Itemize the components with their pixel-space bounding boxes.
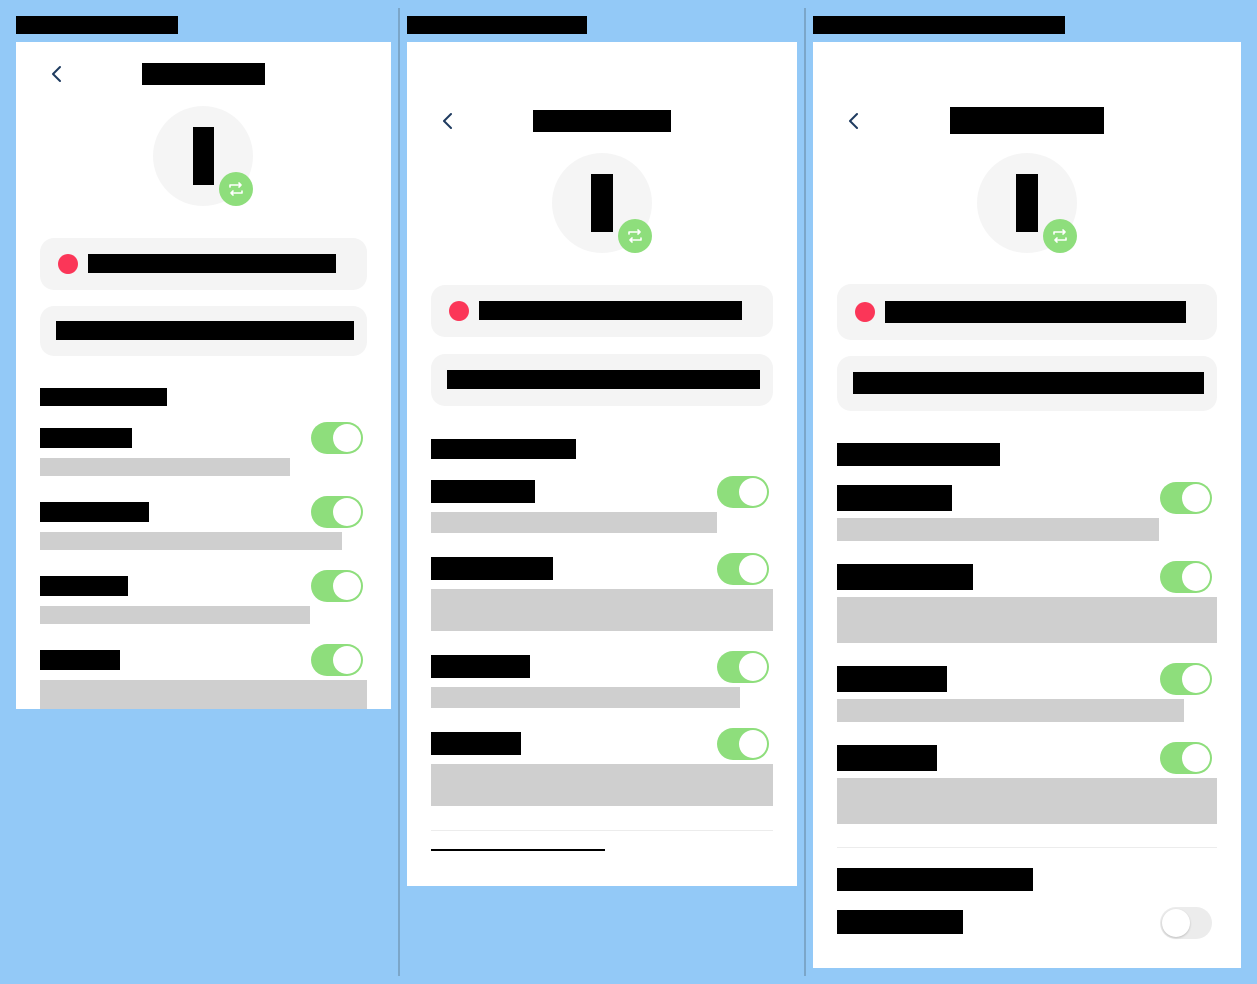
setting-description: [431, 589, 773, 631]
setting-label: [431, 732, 521, 755]
status-dot: [449, 301, 469, 321]
back-button[interactable]: [50, 65, 64, 83]
setting-toggle[interactable]: [311, 496, 363, 528]
status-text: [88, 254, 336, 273]
setting-label: [40, 502, 149, 522]
section-title: [431, 439, 576, 459]
frame-divider: [804, 8, 806, 976]
toggle-knob: [739, 730, 767, 758]
frame-label: [16, 16, 178, 34]
setting-label: [837, 745, 937, 771]
setting-toggle[interactable]: [311, 570, 363, 602]
setting-toggle[interactable]: [717, 728, 769, 760]
toggle-knob: [739, 653, 767, 681]
page-title: [950, 107, 1104, 134]
divider: [837, 847, 1217, 848]
setting-toggle[interactable]: [1160, 907, 1212, 939]
section-title: [40, 388, 167, 406]
status-text: [885, 301, 1186, 323]
input-value: [56, 321, 354, 340]
avatar-initial: [1016, 174, 1038, 232]
status-card: [431, 285, 773, 337]
setting-toggle[interactable]: [1160, 742, 1212, 774]
section-title: [837, 443, 1000, 466]
setting-toggle[interactable]: [311, 422, 363, 454]
setting-toggle[interactable]: [311, 644, 363, 676]
text-input-field[interactable]: [40, 306, 367, 356]
toggle-knob: [739, 555, 767, 583]
setting-toggle[interactable]: [1160, 663, 1212, 695]
setting-toggle[interactable]: [717, 553, 769, 585]
frame-divider: [398, 8, 400, 976]
text-input-field[interactable]: [837, 356, 1217, 411]
toggle-knob: [333, 646, 361, 674]
input-value: [447, 370, 760, 389]
phone-screen: [813, 42, 1241, 968]
swap-avatar-button[interactable]: [618, 219, 652, 253]
setting-description: [837, 597, 1217, 643]
setting-toggle[interactable]: [1160, 482, 1212, 514]
status-dot: [58, 254, 78, 274]
toggle-knob: [1182, 484, 1210, 512]
phone-screen: [16, 42, 391, 709]
swap-arrows-icon: [229, 182, 243, 196]
toggle-knob: [333, 572, 361, 600]
setting-label: [40, 576, 128, 596]
page-title: [142, 63, 265, 85]
setting-label: [40, 650, 120, 670]
setting-toggle[interactable]: [717, 651, 769, 683]
section-title: [837, 868, 1033, 891]
back-button[interactable]: [441, 112, 455, 130]
status-dot: [855, 302, 875, 322]
swap-arrows-icon: [628, 229, 642, 243]
toggle-knob: [1182, 744, 1210, 772]
setting-description: [40, 458, 290, 476]
setting-description: [40, 680, 367, 709]
input-value: [853, 372, 1204, 394]
toggle-knob: [739, 478, 767, 506]
frame-label: [813, 16, 1065, 34]
text-input-field[interactable]: [431, 354, 773, 406]
page-title: [533, 110, 671, 132]
back-button[interactable]: [847, 112, 861, 130]
avatar-initial: [193, 127, 214, 185]
setting-description: [837, 518, 1159, 541]
setting-label: [431, 480, 535, 503]
status-text: [479, 301, 742, 320]
swap-arrows-icon: [1053, 229, 1067, 243]
setting-description: [40, 532, 342, 550]
setting-description: [431, 512, 717, 533]
frame-label: [407, 16, 587, 34]
chevron-left-icon: [52, 66, 61, 82]
setting-label: [431, 655, 530, 678]
setting-label: [837, 564, 973, 590]
setting-description: [431, 764, 773, 806]
setting-label: [837, 666, 947, 692]
toggle-knob: [1182, 563, 1210, 591]
setting-description: [837, 699, 1184, 722]
swap-avatar-button[interactable]: [1043, 219, 1077, 253]
swap-avatar-button[interactable]: [219, 172, 253, 206]
setting-toggle[interactable]: [1160, 561, 1212, 593]
setting-label: [40, 428, 132, 448]
toggle-knob: [1162, 909, 1190, 937]
setting-description: [40, 606, 310, 624]
setting-label: [837, 485, 952, 511]
setting-description: [431, 687, 740, 708]
setting-toggle[interactable]: [717, 476, 769, 508]
footer-link[interactable]: [431, 849, 605, 851]
setting-description: [837, 778, 1217, 824]
status-card: [40, 238, 367, 290]
toggle-knob: [333, 498, 361, 526]
setting-label: [431, 557, 553, 580]
status-card: [837, 284, 1217, 340]
toggle-knob: [1182, 665, 1210, 693]
divider: [431, 830, 773, 831]
chevron-left-icon: [849, 113, 858, 129]
toggle-knob: [333, 424, 361, 452]
setting-label: [837, 910, 963, 934]
chevron-left-icon: [443, 113, 452, 129]
phone-screen: [407, 42, 797, 886]
avatar-initial: [591, 174, 613, 232]
